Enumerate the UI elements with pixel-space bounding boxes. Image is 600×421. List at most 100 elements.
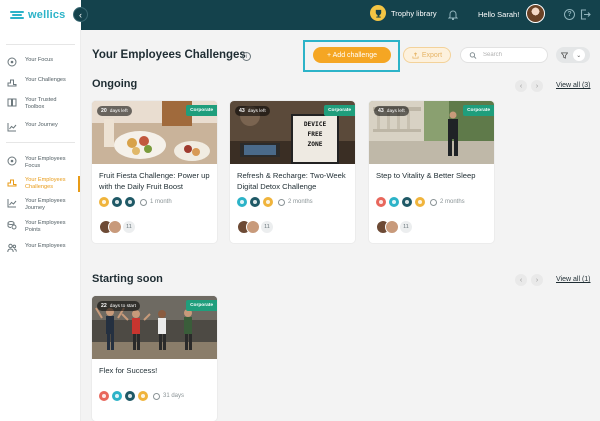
trophy-library-label: Trophy library <box>391 8 437 18</box>
sidebar-item-your-employees-focus[interactable]: Your Employees Focus <box>7 156 81 170</box>
category-tags: 2 months <box>237 197 313 207</box>
participants[interactable]: 11 <box>237 220 274 234</box>
duration: 1 month <box>140 198 172 206</box>
view-all-ongoing-link[interactable]: View all (3) <box>556 82 591 89</box>
days-label: days left <box>247 108 266 114</box>
challenge-image: DEVICE FREE ZONE 43 days left Corporate <box>230 101 355 164</box>
sidebar-collapse-button[interactable]: ‹ <box>73 7 88 22</box>
category-tags: 31 days <box>99 391 184 401</box>
days-label: days left <box>386 108 405 114</box>
export-icon <box>412 51 419 59</box>
search-input[interactable] <box>483 52 543 58</box>
corporate-badge: Corporate <box>186 105 217 116</box>
logo-text: wellics <box>28 9 66 21</box>
challenge-title: Step to Vitality & Better Sleep <box>376 171 476 180</box>
device-free-sign: DEVICE FREE ZONE <box>296 120 334 150</box>
duration: 2 months <box>278 198 313 206</box>
days-count: 20 <box>101 108 107 114</box>
days-left-badge: 43 days left <box>374 106 409 116</box>
sidebar-item-your-journey[interactable]: Your Journey <box>7 122 81 132</box>
podium-icon <box>7 179 17 187</box>
sidebar-divider <box>6 44 75 45</box>
duration: 2 months <box>430 198 465 206</box>
participant-count: 11 <box>260 220 274 234</box>
sidebar-item-label: Your Challenges <box>25 77 66 83</box>
sidebar-item-label: Your Employees Journey <box>25 198 66 211</box>
corporate-badge: Corporate <box>324 105 355 116</box>
carousel-next-button[interactable]: › <box>531 274 543 286</box>
chevron-down-icon: ⌄ <box>572 49 585 61</box>
category-nutrition-icon <box>415 197 425 207</box>
category-mind-icon <box>112 197 122 207</box>
sidebar-item-your-employees-points[interactable]: Your Employees Points <box>7 220 81 234</box>
sidebar-item-your-employees-challenges[interactable]: Your Employees Challenges <box>7 177 81 191</box>
section-title-ongoing: Ongoing <box>92 78 138 90</box>
chart-line-icon <box>7 199 17 208</box>
book-icon <box>7 98 17 107</box>
category-fitness-icon <box>99 391 109 401</box>
logo[interactable]: wellics <box>0 0 81 30</box>
sidebar-item-your-employees[interactable]: Your Employees <box>7 243 81 253</box>
podium-icon <box>7 79 17 87</box>
sidebar-item-your-trusted-toolbox[interactable]: Your Trusted Toolbox <box>7 97 81 111</box>
challenge-title: Refresh & Recharge: Two-Week Digital Det… <box>237 171 346 191</box>
challenge-title: Flex for Success! <box>99 366 158 375</box>
carousel-prev-button[interactable]: ‹ <box>515 80 527 92</box>
category-tags: 1 month <box>99 197 172 207</box>
category-wellbeing-icon <box>125 197 135 207</box>
carousel-prev-button[interactable]: ‹ <box>515 274 527 286</box>
view-all-starting-link[interactable]: View all (1) <box>556 276 591 283</box>
user-avatar[interactable] <box>526 4 545 23</box>
users-icon <box>7 243 17 253</box>
challenge-card[interactable]: 20 days left Corporate Fruit Fiesta Chall… <box>92 101 217 243</box>
days-to-start-badge: 22 days to start <box>97 301 140 311</box>
sidebar-item-label: Your Employees Focus <box>25 156 66 169</box>
sign-line: FREE <box>307 131 323 138</box>
sidebar-item-your-employees-journey[interactable]: Your Employees Journey <box>7 198 81 212</box>
section-title-starting-soon: Starting soon <box>92 273 163 285</box>
logout-icon[interactable] <box>580 9 591 20</box>
days-count: 43 <box>239 108 245 114</box>
challenge-image: 20 days left Corporate <box>92 101 217 164</box>
duration-label: 31 days <box>163 393 185 399</box>
challenge-card[interactable]: 22 days to start Corporate Flex for Succe… <box>92 296 217 421</box>
filter-button[interactable]: ⌄ <box>556 47 590 63</box>
challenge-card[interactable]: 43 days left Corporate Step to Vitality &… <box>369 101 494 243</box>
participants[interactable]: 11 <box>376 220 413 234</box>
sidebar-item-label: Your Employees Points <box>25 220 66 233</box>
chevron-left-icon: ‹ <box>79 9 82 20</box>
sign-line: DEVICE <box>303 121 327 128</box>
corporate-badge: Corporate <box>463 105 494 116</box>
duration-label: 2 months <box>440 199 465 205</box>
category-nutrition-icon <box>263 197 273 207</box>
sidebar-item-label: Your Journey <box>25 122 58 128</box>
help-icon[interactable]: ? <box>564 9 575 20</box>
participants[interactable]: 11 <box>99 220 136 234</box>
sidebar-item-your-focus[interactable]: Your Focus <box>7 57 81 67</box>
category-mind-icon <box>125 391 135 401</box>
chart-line-icon <box>7 123 17 132</box>
duration: 31 days <box>153 392 185 400</box>
carousel-next-button[interactable]: › <box>531 80 543 92</box>
participant-count: 11 <box>399 220 413 234</box>
sidebar-item-your-challenges[interactable]: Your Challenges <box>7 77 81 87</box>
search-box[interactable] <box>460 47 548 63</box>
trophy-library-button[interactable]: Trophy library <box>370 5 437 21</box>
challenge-card[interactable]: DEVICE FREE ZONE 43 days left Corporate R… <box>230 101 355 243</box>
target-icon <box>7 156 17 166</box>
days-left-badge: 43 days left <box>235 106 270 116</box>
sidebar-item-label: Your Focus <box>25 57 54 63</box>
info-icon[interactable]: i <box>242 52 251 61</box>
participant-avatar <box>246 220 260 234</box>
notifications-icon[interactable] <box>448 9 458 21</box>
duration-label: 1 month <box>150 199 172 205</box>
page-title: Your Employees Challenges <box>92 49 246 61</box>
add-challenge-button[interactable]: + Add challenge <box>313 47 391 63</box>
export-button[interactable]: Export <box>403 47 451 63</box>
coins-icon <box>7 221 17 230</box>
clock-icon <box>153 392 160 400</box>
category-social-icon <box>112 391 122 401</box>
user-greeting: Hello Sarah! <box>478 10 520 19</box>
category-social-icon <box>389 197 399 207</box>
participant-avatar <box>385 220 399 234</box>
